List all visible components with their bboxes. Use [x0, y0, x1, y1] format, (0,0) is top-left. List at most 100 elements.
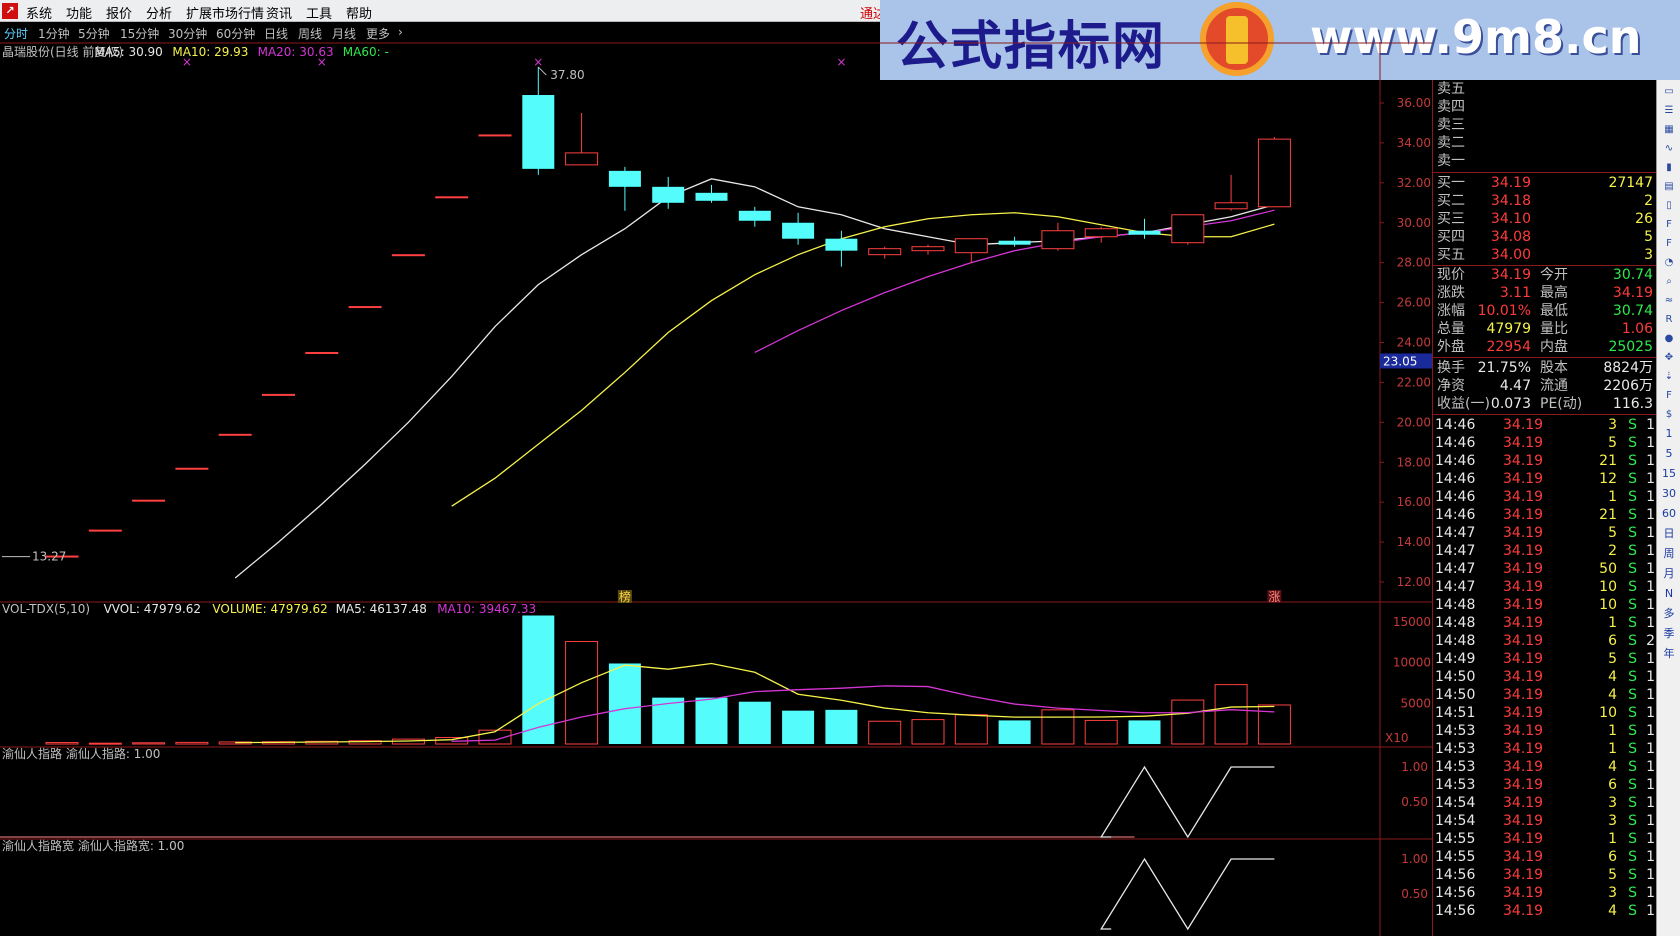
tick-qty: 21: [1599, 453, 1617, 469]
tick-row: 14:46 34.19 1 S 1: [1433, 488, 1657, 506]
window-icon[interactable]: ▭: [1661, 84, 1677, 100]
fs-icon[interactable]: F: [1661, 388, 1677, 404]
toolbar-period[interactable]: 1: [1661, 426, 1677, 442]
menu-item[interactable]: 扩展市场行情: [186, 3, 264, 22]
tick-time: 14:50: [1435, 669, 1476, 685]
app-logo-icon[interactable]: ↗: [2, 3, 18, 19]
arrow-icon[interactable]: ⇣: [1661, 369, 1677, 385]
toolbar-period[interactable]: N: [1661, 586, 1677, 602]
file-icon[interactable]: ▯: [1661, 198, 1677, 214]
chevron-right-icon[interactable]: ›: [398, 25, 403, 39]
stop-icon[interactable]: ●: [1661, 331, 1677, 347]
buy-label: 买四: [1437, 229, 1465, 245]
period-tab[interactable]: 日线: [264, 25, 288, 42]
flow-icon[interactable]: ◔: [1661, 255, 1677, 271]
search-icon[interactable]: ⌕: [1661, 274, 1677, 290]
tick-row: 14:53 34.19 4 S 1: [1433, 758, 1657, 776]
candle-body: [305, 351, 339, 354]
tick-price: 34.19: [1503, 615, 1544, 631]
menu-item[interactable]: 系统: [26, 3, 52, 22]
buy-label: 买三: [1437, 211, 1465, 227]
chart-line-icon[interactable]: ∿: [1661, 141, 1677, 157]
tick-qty: 1: [1608, 723, 1617, 739]
toolbar-period[interactable]: 年: [1661, 646, 1677, 662]
toolbar-period[interactable]: 15: [1661, 466, 1677, 482]
candle-body: [1171, 214, 1205, 244]
book-icon[interactable]: ▤: [1661, 179, 1677, 195]
stat-value: 47979: [1486, 321, 1531, 337]
period-tab[interactable]: 60分钟: [216, 25, 255, 42]
stat-value: 22954: [1486, 339, 1531, 355]
money-icon[interactable]: $: [1661, 407, 1677, 423]
toolbar-period[interactable]: 5: [1661, 446, 1677, 462]
tick-side: S: [1628, 417, 1637, 433]
stat-value: 21.75%: [1477, 360, 1531, 376]
candle-icon[interactable]: ▮: [1661, 160, 1677, 176]
toolbar-period[interactable]: 30: [1661, 486, 1677, 502]
tick-row: 14:48 34.19 10 S 1: [1433, 596, 1657, 614]
tick-time: 14:56: [1435, 867, 1476, 883]
period-tab[interactable]: 周线: [298, 25, 322, 42]
tick-count: 1: [1646, 615, 1655, 631]
menu-item[interactable]: 报价: [106, 3, 132, 22]
rsi-icon[interactable]: R: [1661, 312, 1677, 328]
period-tab[interactable]: 1分钟: [38, 25, 70, 42]
period-tab[interactable]: 15分钟: [120, 25, 159, 42]
tick-side: S: [1628, 471, 1637, 487]
volume-bar: [998, 720, 1031, 744]
buy-price: 34.19: [1490, 175, 1531, 191]
tick-time: 14:51: [1435, 705, 1476, 721]
ind2-line: [1100, 857, 1275, 931]
tick-time: 14:55: [1435, 849, 1476, 865]
candle-body: [435, 196, 469, 199]
volume-bar: [954, 714, 988, 745]
stat-label: PE(动): [1540, 396, 1583, 412]
volume-bar: [132, 742, 166, 745]
marker-icon: ×: [836, 55, 846, 69]
candle-body: [738, 210, 771, 221]
period-tab[interactable]: 更多: [366, 25, 390, 42]
tick-side: S: [1628, 579, 1637, 595]
f10-icon[interactable]: F: [1661, 217, 1677, 233]
period-tab[interactable]: 月线: [332, 25, 356, 42]
quote-panel: 卖五 卖四 卖三 卖二 卖一 买一 34.19 27147 买二 34.18 2 买三 34.10 26 买…: [1432, 80, 1657, 936]
candle-body: [132, 499, 166, 502]
tick-side: S: [1628, 723, 1637, 739]
fz-icon[interactable]: F: [1661, 236, 1677, 252]
tick-price: 34.19: [1503, 831, 1544, 847]
period-tab[interactable]: 5分钟: [78, 25, 110, 42]
nav-icon[interactable]: ✥: [1661, 350, 1677, 366]
period-tab[interactable]: 30分钟: [168, 25, 207, 42]
grid-icon[interactable]: ▦: [1661, 122, 1677, 138]
menu-item[interactable]: 帮助: [346, 3, 372, 22]
tick-price: 34.19: [1503, 561, 1544, 577]
toolbar-period[interactable]: 60: [1661, 506, 1677, 522]
menu-item[interactable]: 功能: [66, 3, 92, 22]
menu-item[interactable]: 资讯: [266, 3, 292, 22]
buy-label: 买二: [1437, 193, 1465, 209]
wave-icon[interactable]: ≈: [1661, 293, 1677, 309]
high-label: 37.80: [550, 68, 584, 82]
period-tab[interactable]: 分时: [4, 25, 28, 42]
tick-count: 1: [1646, 579, 1655, 595]
tick-count: 1: [1646, 741, 1655, 757]
volume-bar: [911, 719, 945, 745]
tick-time: 14:47: [1435, 561, 1476, 577]
toolbar-period[interactable]: 周: [1661, 546, 1677, 562]
marker-icon: ×: [317, 55, 327, 69]
toolbar-period[interactable]: 多: [1661, 606, 1677, 622]
tick-time: 14:46: [1435, 489, 1476, 505]
toolbar-period[interactable]: 月: [1661, 566, 1677, 582]
tick-side: S: [1628, 453, 1637, 469]
menu-item[interactable]: 工具: [306, 3, 332, 22]
toolbar-period[interactable]: 日: [1661, 526, 1677, 542]
sell-row: 卖三: [1433, 116, 1657, 134]
volume-bar: [1214, 684, 1248, 745]
list-icon[interactable]: ☰: [1661, 103, 1677, 119]
tick-time: 14:48: [1435, 633, 1476, 649]
tick-time: 14:56: [1435, 885, 1476, 901]
toolbar-period[interactable]: 季: [1661, 626, 1677, 642]
kline-chart[interactable]: 36.00 34.00 32.00 30.00 28.00 26.00 24.00 22.00…: [0, 42, 1432, 936]
main-legend-item: MA60: -: [343, 45, 389, 59]
menu-item[interactable]: 分析: [146, 3, 172, 22]
